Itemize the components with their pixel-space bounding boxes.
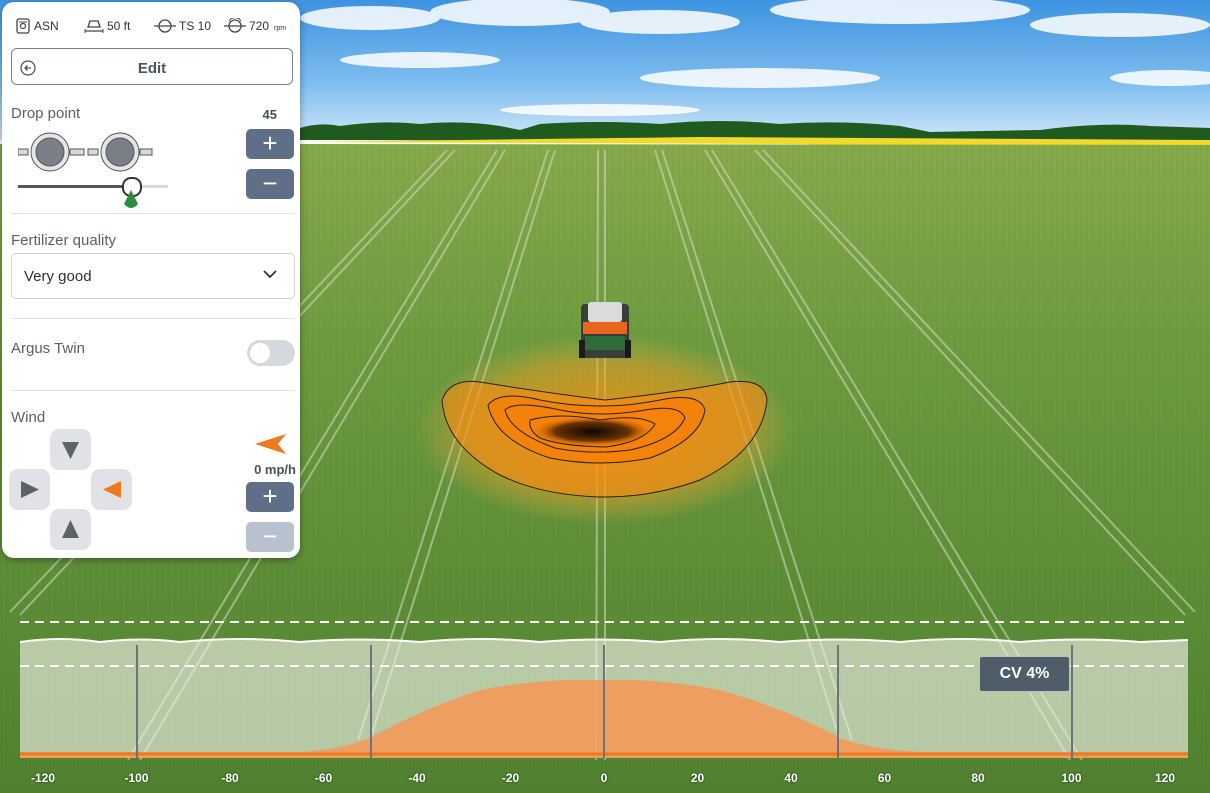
x-tick-label: 80: [971, 771, 985, 785]
drop-point-value: 45: [262, 107, 277, 122]
spreading-disc-value: TS 10: [179, 19, 212, 33]
tractor-icon: [579, 302, 631, 358]
x-tick-label: 120: [1154, 771, 1176, 785]
x-tick-label: 40: [784, 771, 798, 785]
wind-minus-button[interactable]: −: [246, 522, 294, 552]
fertilizer-name: ASN: [34, 19, 59, 33]
cv-badge: CV 4%: [979, 656, 1070, 692]
drop-point-slider[interactable]: [18, 177, 168, 208]
chevron-down-icon: [263, 270, 277, 279]
plus-icon: +: [262, 128, 278, 158]
spread-pattern: [415, 335, 795, 525]
disc-speed-value: 720: [249, 19, 270, 33]
x-tick-label: 100: [1061, 771, 1082, 785]
x-tick-label: 60: [877, 771, 892, 785]
disc-speed-unit: rpm: [274, 24, 287, 32]
minus-icon: −: [262, 168, 278, 198]
working-width-icon: [84, 20, 104, 33]
argus-twin-toggle[interactable]: [247, 340, 295, 366]
x-tick-label: -120: [30, 771, 56, 785]
fertilizer-quality-value: Very good: [24, 268, 92, 285]
triangle-down-icon: [62, 442, 79, 459]
fertilizer-quality-select[interactable]: Very good: [11, 253, 295, 299]
wind-plus-button[interactable]: +: [246, 482, 294, 512]
slider-fill: [18, 185, 131, 188]
triangle-left-icon: [103, 481, 121, 498]
status-bar: ASN 50 ft TS 10 720 rpm: [12, 14, 297, 40]
spreading-disc-icon: [154, 19, 176, 33]
fertilizer-status: ASN: [15, 18, 59, 34]
wind-direction-pad: [9, 429, 133, 551]
wind-left-button[interactable]: [9, 469, 50, 510]
x-tick-label: -80: [221, 771, 239, 785]
edit-label: Edit: [137, 60, 167, 77]
x-tick-label: -20: [501, 771, 520, 785]
working-width-status: 50 ft: [84, 18, 130, 34]
wind-direction-icon: [255, 434, 286, 454]
slider-marker-icon: [124, 190, 138, 208]
divider: [11, 213, 295, 214]
triangle-up-icon: [62, 520, 79, 538]
x-tick-label: -100: [124, 771, 149, 785]
wind-up-button[interactable]: [50, 429, 91, 470]
disc-speed-status: 720 rpm: [224, 18, 286, 34]
fertilizer-quality-label: Fertilizer quality: [11, 232, 117, 249]
plus-icon: +: [262, 481, 278, 511]
drop-point-label: Drop point: [11, 105, 81, 122]
drop-point-plus-button[interactable]: +: [246, 129, 294, 159]
x-tick-label: -40: [408, 771, 426, 785]
fertilizer-bag-icon: [16, 18, 30, 34]
divider: [11, 390, 295, 391]
argus-twin-label: Argus Twin: [11, 340, 85, 357]
x-tick-label: -60: [314, 771, 333, 785]
settings-panel: ASN 50 ft TS 10 720 rpm Edit Drop point 4…: [2, 2, 300, 558]
toggle-knob: [250, 343, 270, 363]
edit-button[interactable]: Edit: [11, 48, 293, 85]
disc-speed-icon: [224, 18, 246, 33]
wind-speed-value: 0 mp/h: [254, 462, 296, 477]
wind-right-button[interactable]: [91, 469, 132, 510]
wind-down-button[interactable]: [50, 509, 91, 550]
x-tick-label: 0: [600, 771, 608, 785]
spreading-disc-status: TS 10: [154, 18, 211, 34]
triangle-right-icon: [21, 481, 39, 498]
divider: [11, 318, 295, 319]
drop-point-minus-button[interactable]: −: [246, 169, 294, 199]
working-width-value: 50 ft: [107, 19, 131, 33]
minus-icon: −: [262, 521, 278, 551]
wind-label: Wind: [11, 409, 46, 426]
x-tick-label: 20: [690, 771, 705, 785]
spreading-discs-illustration: [18, 132, 153, 172]
